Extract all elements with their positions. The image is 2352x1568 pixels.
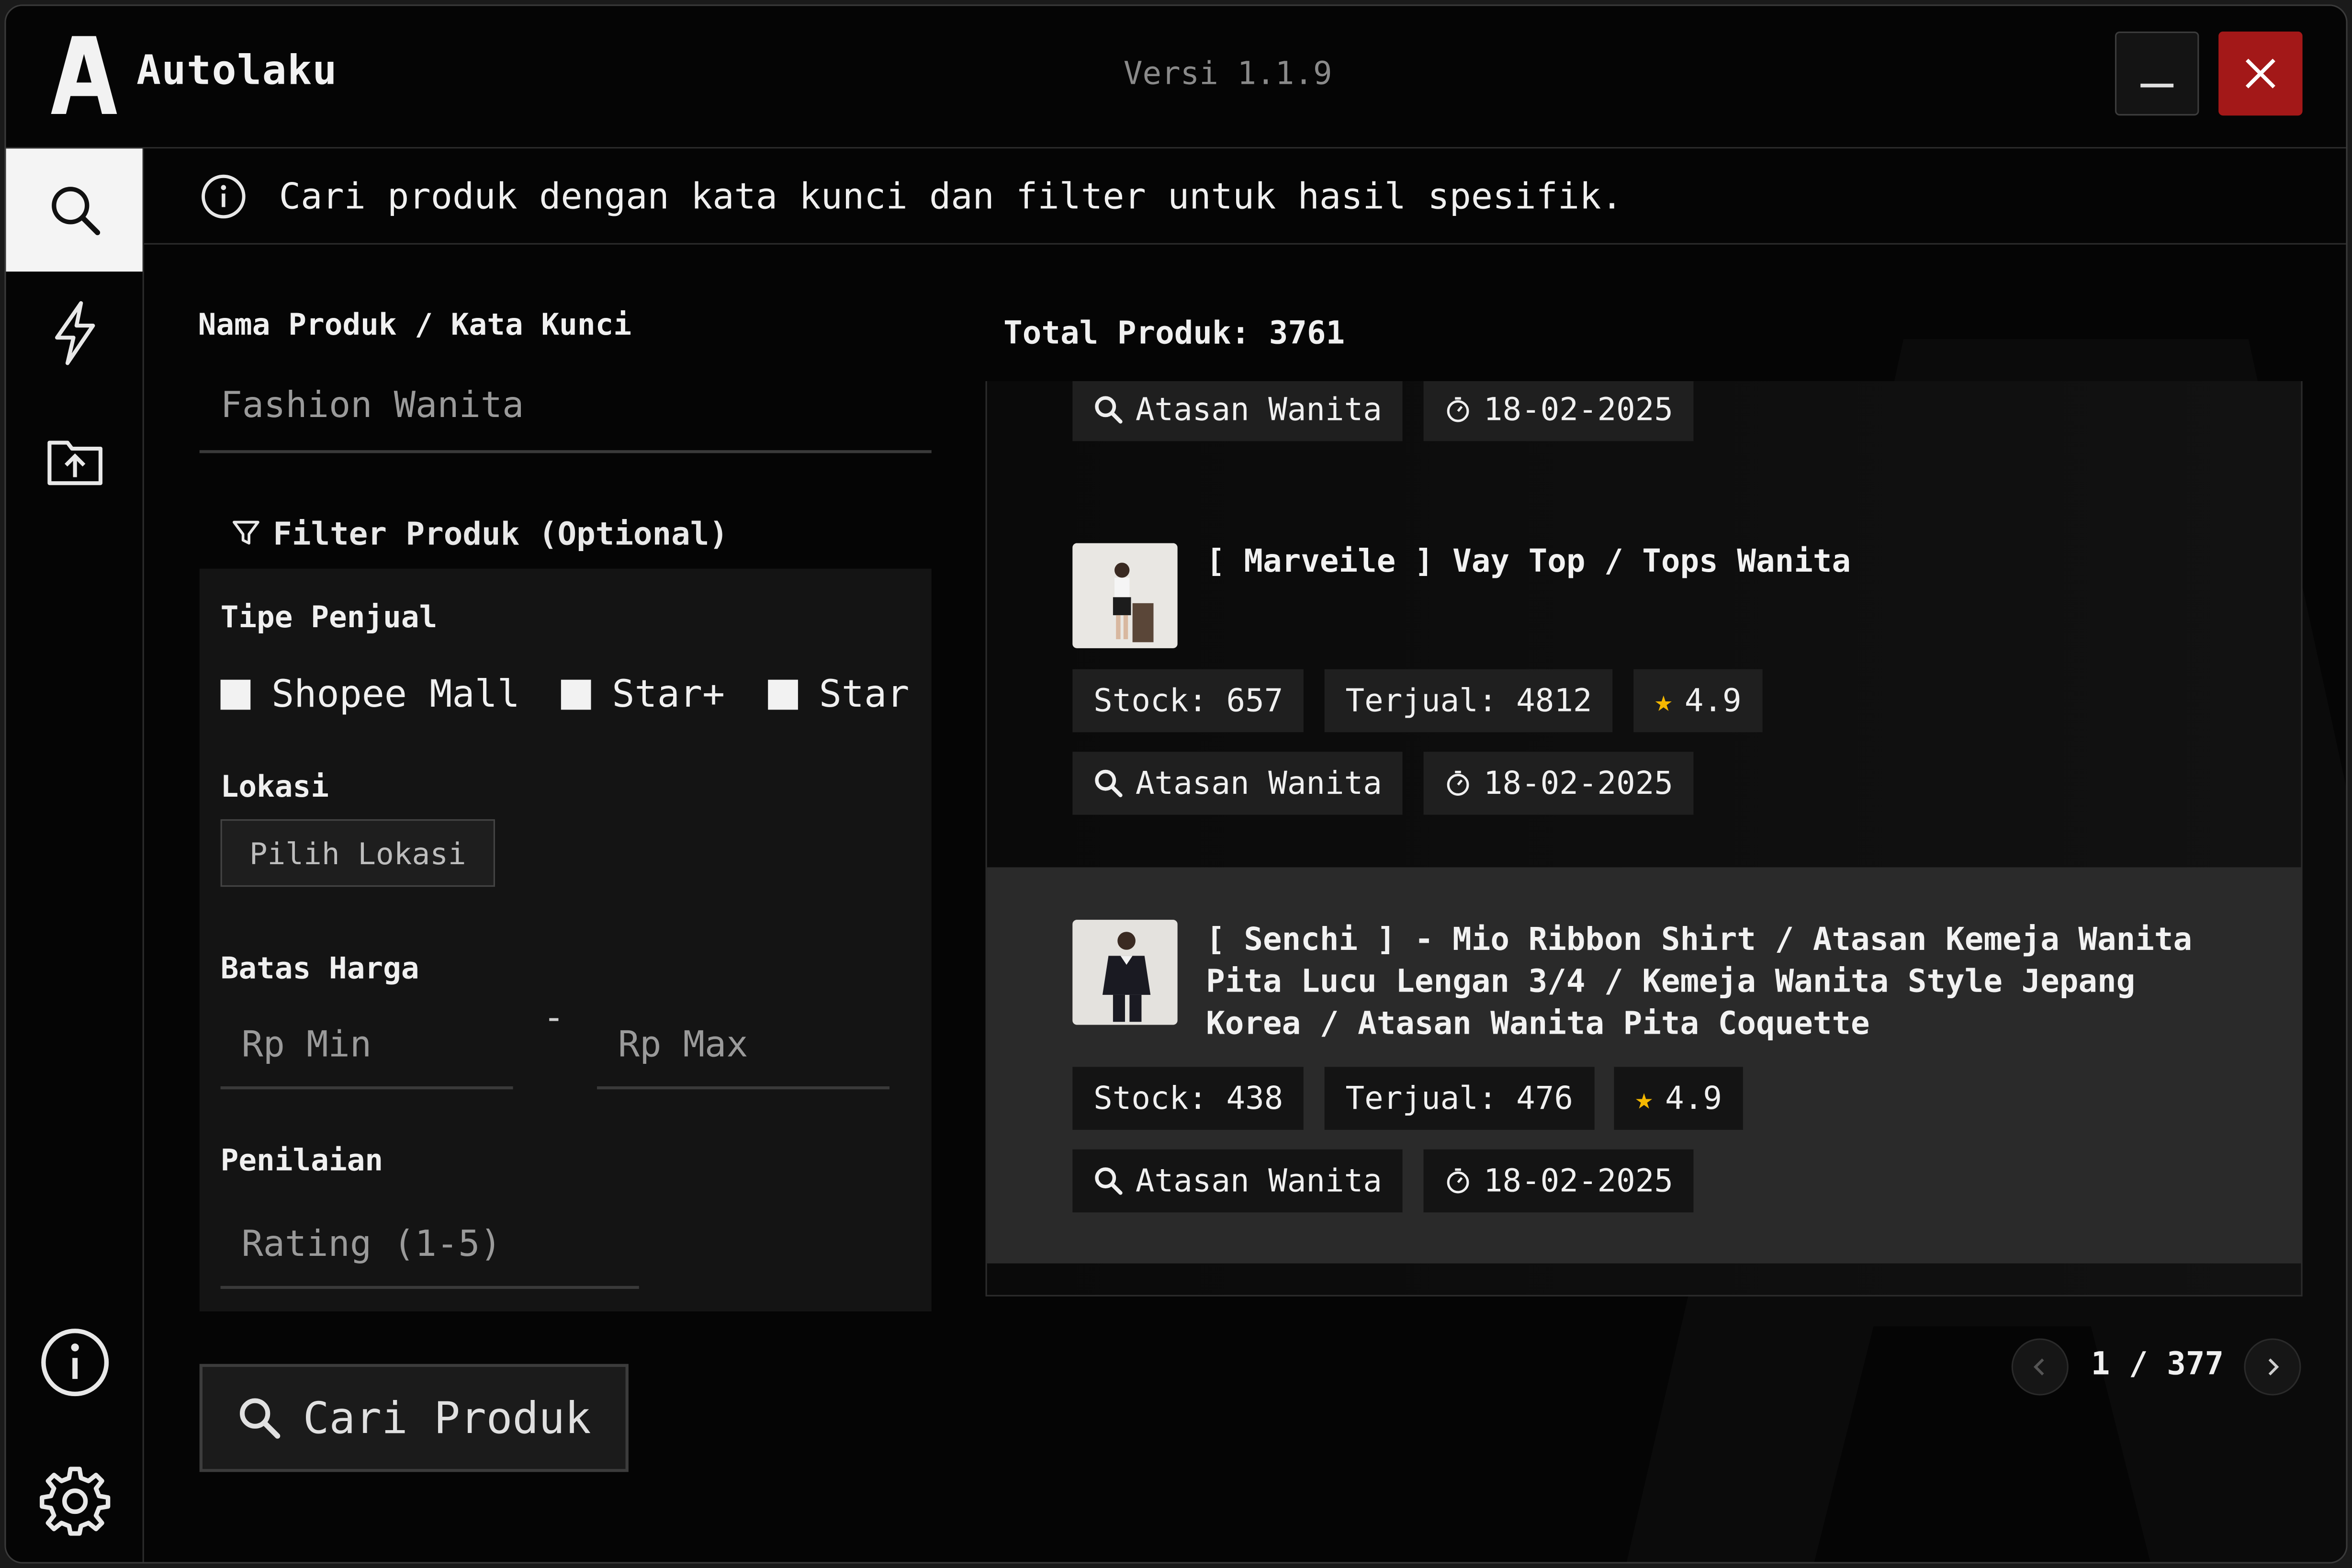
category-text: Atasan Wanita	[1135, 1162, 1382, 1199]
sold-chip: Terjual: 4812	[1324, 669, 1613, 733]
rating-chip: ★ 4.9	[1633, 669, 1763, 733]
sold-chip: Terjual: 476	[1324, 1067, 1594, 1130]
date-chip: 18-02-2025	[1423, 752, 1694, 815]
next-page-button[interactable]	[2244, 1338, 2301, 1396]
price-range-label: Batas Harga	[220, 949, 419, 986]
search-products-label: Cari Produk	[303, 1392, 591, 1444]
product-thumbnail	[1072, 920, 1178, 1025]
checkbox-box[interactable]	[220, 679, 251, 709]
category-chip: Atasan Wanita	[1072, 1149, 1403, 1213]
search-icon	[239, 1398, 281, 1439]
filter-heading-text: Filter Produk (Optional)	[273, 516, 729, 553]
stock-chip: Stock: 657	[1072, 669, 1305, 733]
checkbox-box[interactable]	[768, 679, 798, 709]
checkbox-label: Star+	[612, 672, 725, 716]
search-icon	[1095, 1167, 1123, 1195]
product-title: [ Senchi ] - Mio Ribbon Shirt / Atasan K…	[1206, 921, 2193, 1041]
prev-page-button[interactable]	[2011, 1338, 2069, 1396]
timer-icon	[1447, 1168, 1469, 1194]
product-thumbnail	[1072, 543, 1178, 648]
list-item[interactable]: Atasan Wanita 18-02-2025	[987, 381, 2301, 486]
search-icon	[1095, 396, 1123, 424]
search-products-button[interactable]: Cari Produk	[199, 1364, 629, 1472]
list-item[interactable]: [ Senchi ] - Mio Ribbon Shirt / Atasan K…	[987, 867, 2301, 1263]
category-chip: Atasan Wanita	[1072, 752, 1403, 815]
filter-heading: Filter Produk (Optional)	[231, 516, 728, 552]
search-icon	[1095, 769, 1123, 798]
results-list[interactable]: Atasan Wanita 18-02-2025 [Marveile] Va…	[985, 381, 2303, 1297]
rating-chip: ★ 4.9	[1614, 1067, 1743, 1130]
star-icon: ★	[1635, 1080, 1654, 1117]
checkbox-label: Star	[819, 672, 910, 716]
timer-icon	[1447, 397, 1469, 422]
rating-label: Penilaian	[220, 1141, 383, 1178]
seller-type-label: Tipe Penjual	[220, 598, 438, 635]
chevron-left-icon	[2033, 1358, 2044, 1376]
timer-icon	[1447, 770, 1469, 796]
rating-input[interactable]: Rating (1-5)	[220, 1211, 639, 1289]
total-products: Total Produk: 3761	[1003, 315, 1345, 351]
list-item[interactable]: [ Marveile ] Vay Top / Tops Wanita Stock…	[987, 486, 2301, 866]
checkbox-star-plus[interactable]: Star+	[561, 672, 725, 716]
keyword-label: Nama Produk / Kata Kunci	[198, 306, 632, 342]
checkbox-star[interactable]: Star	[768, 672, 909, 716]
product-title: [ Marveile ] Vay Top / Tops Wanita	[1206, 543, 1851, 579]
category-text: Atasan Wanita	[1135, 765, 1382, 801]
stock-chip: Stock: 438	[1072, 1067, 1305, 1130]
category-text: Atasan Wanita	[1135, 391, 1382, 428]
date-chip: 18-02-2025	[1423, 1149, 1694, 1213]
location-select-button[interactable]: Pilih Lokasi	[220, 819, 495, 887]
filter-icon	[232, 520, 259, 545]
date-text: 18-02-2025	[1483, 765, 1673, 801]
checkbox-shopee-mall[interactable]: Shopee Mall	[220, 672, 520, 716]
price-separator: -	[543, 996, 565, 1038]
chevron-right-icon	[2268, 1358, 2279, 1376]
price-max-input[interactable]: Rp Max	[597, 1011, 890, 1090]
location-label: Lokasi	[220, 768, 329, 804]
star-icon: ★	[1654, 682, 1673, 719]
checkbox-box[interactable]	[561, 679, 591, 709]
date-chip: 18-02-2025	[1423, 381, 1694, 441]
page-indicator: 1 / 377	[2091, 1346, 2224, 1382]
date-text: 18-02-2025	[1483, 391, 1673, 428]
category-chip: Atasan Wanita	[1072, 381, 1403, 441]
checkbox-label: Shopee Mall	[271, 672, 520, 716]
app-window: Autolaku Versi 1.1.9 Cari produk dengan …	[4, 4, 2348, 1564]
date-text: 18-02-2025	[1483, 1162, 1673, 1199]
rating-value: 4.9	[1684, 682, 1742, 719]
keyword-input[interactable]: Fashion Wanita	[199, 366, 932, 453]
rating-value: 4.9	[1665, 1080, 1722, 1117]
price-min-input[interactable]: Rp Min	[220, 1011, 513, 1090]
